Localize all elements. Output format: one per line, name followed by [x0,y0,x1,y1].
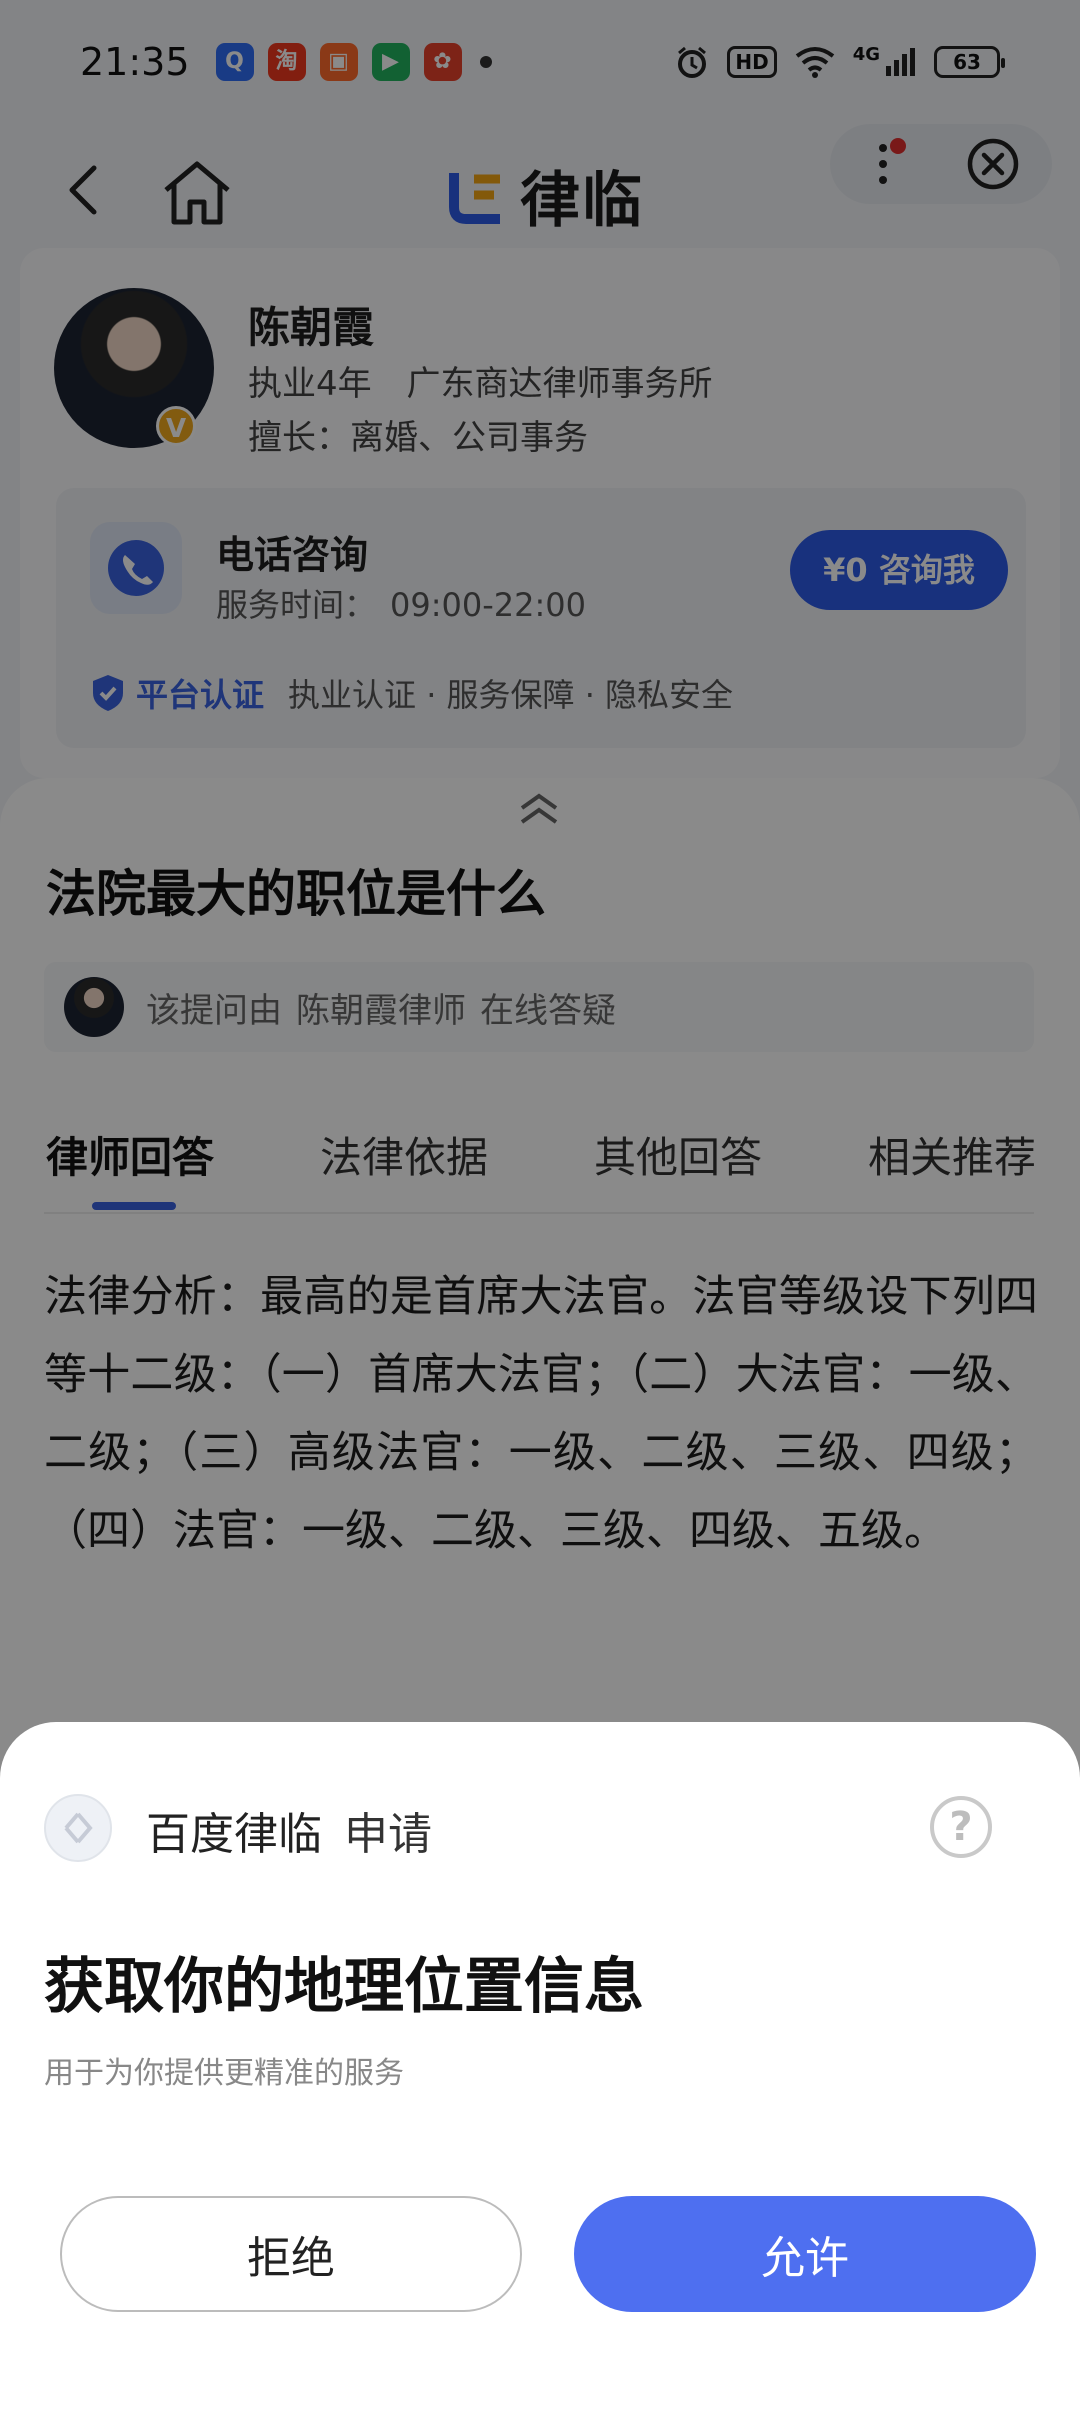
allow-button[interactable]: 允许 [574,2196,1036,2312]
permission-title: 获取你的地理位置信息 [44,1952,644,2022]
app-name: 百度律临 [146,1809,322,1860]
requesting-app: 百度律临 申请 [146,1798,432,1862]
request-label: 申请 [344,1809,432,1860]
location-permission-sheet: 百度律临 申请 ? 获取你的地理位置信息 用于为你提供更精准的服务 拒绝 允许 [0,1722,1080,2412]
app-logo-icon [44,1794,112,1862]
permission-description: 用于为你提供更精准的服务 [44,2056,404,2091]
help-icon[interactable]: ? [930,1796,992,1858]
deny-button[interactable]: 拒绝 [60,2196,522,2312]
